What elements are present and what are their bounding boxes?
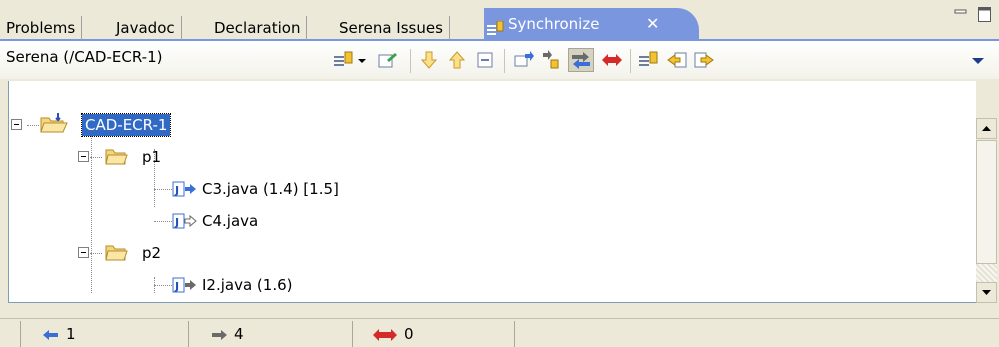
status-divider <box>514 321 515 347</box>
svg-text:J: J <box>174 184 179 197</box>
conflict-count: 0 <box>372 325 414 343</box>
scroll-down-button[interactable] <box>976 282 997 303</box>
status-divider <box>352 321 353 347</box>
conflict-count-value: 0 <box>404 325 414 343</box>
folder-icon <box>104 146 128 172</box>
toolbar-separator <box>410 49 411 73</box>
arrow-up-icon[interactable] <box>446 50 468 70</box>
collapse-toggle[interactable] <box>11 119 22 130</box>
tab-synchronize[interactable]: Synchronize ✕ <box>484 8 699 40</box>
tree-connector <box>90 157 102 158</box>
outgoing-arrow-icon <box>212 329 227 340</box>
conflict-arrow-icon <box>373 328 397 341</box>
svg-text:J: J <box>174 216 179 229</box>
java-outgoing-icon: J <box>172 275 198 301</box>
collapse-toggle[interactable] <box>78 247 89 258</box>
status-bar: 1 4 0 <box>0 318 999 347</box>
scroll-up-button[interactable] <box>976 118 997 139</box>
collapse-toggle[interactable] <box>78 151 89 162</box>
java-outgoing-icon: J <box>172 211 198 237</box>
outgoing-mode-icon[interactable] <box>541 50 563 70</box>
incoming-outgoing-mode-icon[interactable] <box>568 48 594 72</box>
tab-javadoc[interactable]: Javadoc <box>110 16 182 40</box>
tab-serena-issues[interactable]: Serena Issues <box>333 16 450 40</box>
minimize-icon[interactable] <box>953 6 969 26</box>
incoming-count: 1 <box>42 325 76 343</box>
view-tab-bar: Problems Javadoc Declaration Serena Issu… <box>0 0 999 41</box>
view-title: Serena (/CAD-ECR-1) <box>6 48 163 66</box>
scroll-thumb[interactable] <box>976 140 997 264</box>
incoming-count-value: 1 <box>66 325 76 343</box>
previous-difference-icon[interactable] <box>666 50 688 70</box>
tree-connector <box>91 117 92 293</box>
next-difference-icon[interactable] <box>693 50 715 70</box>
collapse-all-icon[interactable] <box>475 50 497 70</box>
scroll-track[interactable] <box>976 264 997 282</box>
tree-connector <box>90 253 102 254</box>
tab-synchronize-label: Synchronize <box>508 15 600 33</box>
toolbar-separator <box>630 49 631 73</box>
synchronize-icon <box>486 18 504 36</box>
java-incoming-icon: J <box>172 179 198 205</box>
arrow-down-icon[interactable] <box>418 50 440 70</box>
synchronize-toolbar-icon[interactable] <box>333 50 355 70</box>
close-icon[interactable]: ✕ <box>646 8 659 40</box>
folder-icon <box>104 242 128 268</box>
status-divider <box>188 321 189 347</box>
synchronize-all-icon[interactable] <box>638 50 660 70</box>
outgoing-count: 4 <box>210 325 244 343</box>
toolbar-separator <box>504 49 505 73</box>
incoming-arrow-icon <box>43 329 58 340</box>
tree-connector <box>154 285 172 286</box>
maximize-icon[interactable] <box>977 6 993 28</box>
tree-item-label: C4.java <box>202 212 259 230</box>
synchronize-tree: CAD-ECR-1 p1 J C3.java (1.4) [1.5] J C4.… <box>8 81 976 303</box>
tab-problems[interactable]: Problems <box>0 16 83 40</box>
incoming-mode-icon[interactable] <box>513 50 535 70</box>
tree-connector <box>154 189 172 190</box>
open-project-icon <box>39 112 69 142</box>
tab-declaration[interactable]: Declaration <box>208 16 308 40</box>
tree-connector <box>27 125 39 126</box>
tree-item-label: p1 <box>142 148 162 166</box>
status-divider <box>20 321 21 347</box>
svg-text:J: J <box>174 280 179 293</box>
vertical-scrollbar[interactable] <box>976 118 997 304</box>
view-menu-icon[interactable] <box>970 50 986 70</box>
tree-item-label: p2 <box>142 244 162 262</box>
view-toolbar: Serena (/CAD-ECR-1) <box>0 41 999 79</box>
tree-item-label: CAD-ECR-1 <box>80 113 172 137</box>
tree-item-label: C3.java (1.4) [1.5] <box>202 180 339 198</box>
conflicts-mode-icon[interactable] <box>601 50 623 70</box>
pin-icon[interactable] <box>377 50 399 70</box>
tree-connector <box>154 221 172 222</box>
tree-item-label: I2.java (1.6) <box>202 276 293 294</box>
chevron-down-icon[interactable] <box>356 50 368 70</box>
outgoing-count-value: 4 <box>234 325 244 343</box>
